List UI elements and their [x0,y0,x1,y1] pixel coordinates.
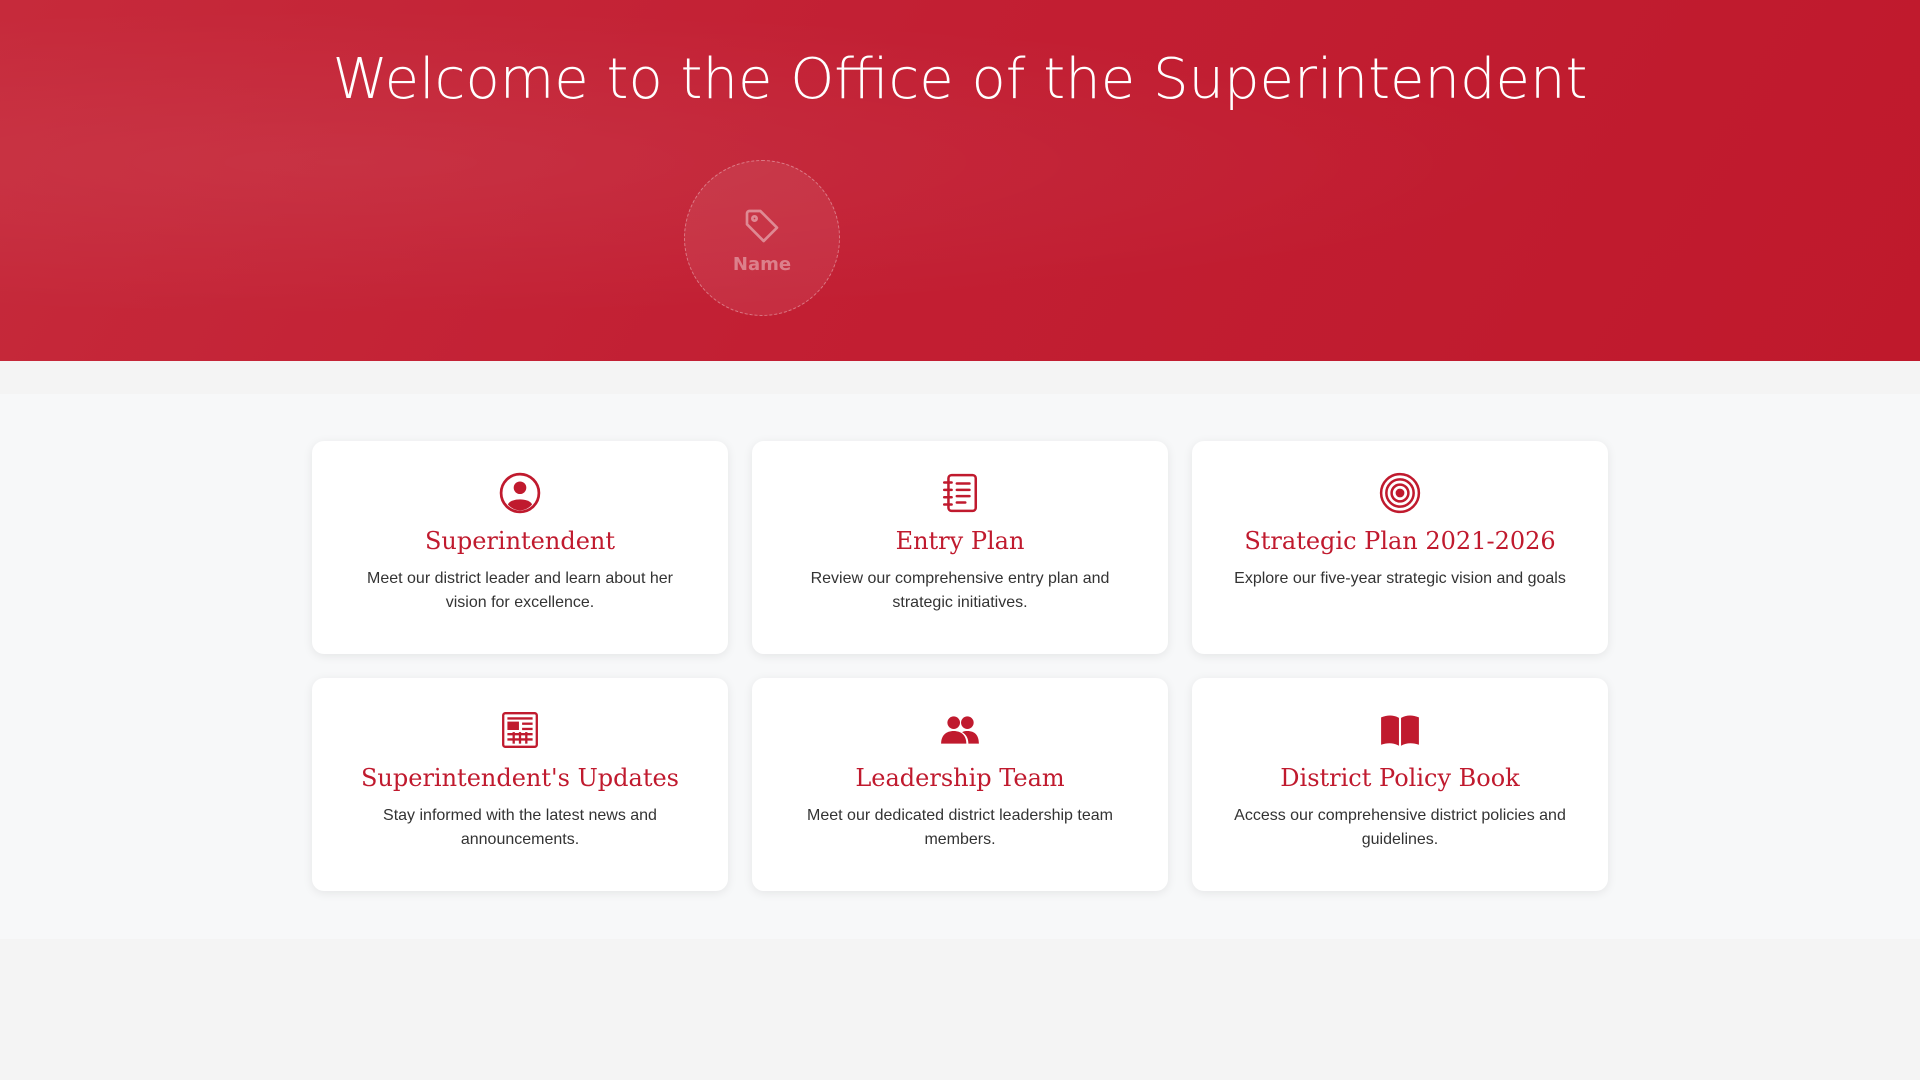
quick-links-grid: Superintendent Meet our district leader … [312,441,1608,891]
card-description: Access our comprehensive district polici… [1234,807,1566,848]
tag-icon [745,209,779,242]
card-entry-plan[interactable]: Entry Plan Review our comprehensive entr… [752,441,1168,654]
notebook-icon [938,471,982,515]
users-icon [938,708,982,752]
target-icon [1378,471,1422,515]
card-description: Review our comprehensive entry plan and … [810,570,1110,611]
card-title: Leadership Team [855,764,1065,792]
card-description: Stay informed with the latest news and a… [383,807,657,848]
card-description: Explore our five-year strategic vision a… [1234,570,1566,587]
card-title: Entry Plan [895,527,1025,555]
newspaper-icon [498,708,542,752]
hero-banner: Welcome to the Office of the Superintend… [0,0,1920,361]
name-badge-label: Name [732,253,792,275]
card-title: District Policy Book [1280,764,1520,792]
name-badge[interactable]: Name [684,160,840,316]
card-leadership-team[interactable]: Leadership Team Meet our dedicated distr… [752,678,1168,891]
card-superintendent[interactable]: Superintendent Meet our district leader … [312,441,728,654]
card-district-policy-book[interactable]: District Policy Book Access our comprehe… [1192,678,1608,891]
card-superintendent-updates[interactable]: Superintendent's Updates Stay informed w… [312,678,728,891]
card-title: Superintendent's Updates [360,764,679,792]
card-title: Superintendent [424,527,616,555]
card-title: Strategic Plan 2021-2026 [1244,527,1556,555]
card-strategic-plan[interactable]: Strategic Plan 2021-2026 Explore our fiv… [1192,441,1608,654]
card-description: Meet our district leader and learn about… [367,570,673,611]
open-book-icon [1378,708,1422,752]
user-circle-icon [498,471,542,515]
page-title: Welcome to the Office of the Superintend… [332,47,1588,112]
card-description: Meet our dedicated district leadership t… [807,807,1113,848]
